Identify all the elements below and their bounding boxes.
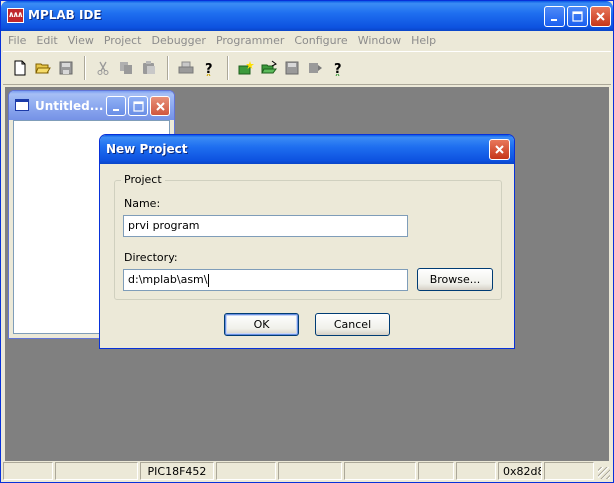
status-pane-empty [55,462,138,480]
directory-value: d:\mplab\asm\ [128,273,208,286]
status-address: 0x82d8 [498,462,542,480]
dialog-title: New Project [106,142,188,156]
cut-icon [97,61,109,75]
status-pane-empty [278,462,342,480]
project-help-icon: ? [334,62,342,76]
child-titlebar[interactable]: Untitled... [9,91,174,120]
status-pane-empty [418,462,454,480]
child-minimize-button[interactable] [106,96,126,116]
close-button[interactable] [590,6,611,27]
directory-label: Directory: [124,251,178,264]
menu-bar: File Edit View Project Debugger Programm… [3,31,611,49]
directory-input[interactable]: d:\mplab\asm\ [123,269,408,291]
open-project-icon [261,60,277,74]
status-pane-empty [456,462,496,480]
menu-project[interactable]: Project [104,34,142,47]
new-project-dialog: New Project Project Name: prvi program D… [99,134,515,349]
project-groupbox: Project Name: prvi program Directory: d:… [114,173,502,300]
save-icon [59,61,73,75]
ok-button[interactable]: OK [224,313,299,336]
new-file-icon [14,60,26,76]
groupbox-label: Project [121,173,165,186]
help-icon: ? [205,62,213,76]
status-device: PIC18F452 [140,462,214,480]
mplab-logo-icon [7,8,24,23]
text-cursor [208,273,210,287]
paste-icon [143,61,155,74]
toolbar-separator [227,56,229,80]
svg-text:?: ? [205,62,213,76]
print-icon [178,61,194,74]
status-pane-empty [216,462,276,480]
menu-help[interactable]: Help [411,34,436,47]
project-help-button[interactable]: ? [327,57,349,79]
save-project-icon [285,61,299,75]
minimize-icon [112,108,119,111]
paste-button[interactable] [138,57,160,79]
menu-view[interactable]: View [68,34,94,47]
name-label: Name: [124,197,161,210]
new-project-icon [238,61,254,75]
app-title: MPLAB IDE [28,8,102,22]
help-button[interactable]: ? [198,57,220,79]
project-wizard-icon [309,63,322,73]
window-icon [15,99,29,111]
dialog-close-button[interactable] [489,139,510,160]
status-pane-empty [3,462,53,480]
save-button[interactable] [55,57,77,79]
save-project-button[interactable] [281,57,303,79]
status-pane-empty [344,462,416,480]
project-name-value: prvi program [128,219,200,232]
maximize-icon [572,11,583,22]
dialog-titlebar[interactable]: New Project [100,135,514,164]
new-project-button[interactable] [235,57,257,79]
open-folder-icon [35,63,51,74]
menu-edit[interactable]: Edit [36,34,57,47]
menu-programmer[interactable]: Programmer [216,34,284,47]
toolbar-separator [84,56,86,80]
dialog-body: Project Name: prvi program Directory: d:… [103,164,511,345]
open-project-button[interactable] [258,57,280,79]
menu-configure[interactable]: Configure [294,34,347,47]
project-name-input[interactable]: prvi program [123,215,408,237]
close-icon [495,145,504,154]
svg-text:?: ? [334,62,342,76]
maximize-icon [132,100,144,112]
toolbar-separator [167,56,169,80]
status-pane-empty [544,462,594,480]
maximize-button[interactable] [567,6,588,27]
child-maximize-button[interactable] [128,96,148,116]
menu-window[interactable]: Window [358,34,401,47]
child-close-button[interactable] [150,96,170,116]
status-bar: PIC18F452 0x82d8 [3,460,611,480]
menu-file[interactable]: File [8,34,26,47]
main-titlebar[interactable]: MPLAB IDE [1,1,613,31]
open-file-button[interactable] [32,57,54,79]
menu-debugger[interactable]: Debugger [151,34,205,47]
resize-grip[interactable] [598,467,610,479]
cancel-button[interactable]: Cancel [315,313,390,336]
close-icon [596,12,605,21]
browse-button[interactable]: Browse... [417,268,493,291]
copy-icon [120,62,132,74]
close-icon [155,101,165,111]
minimize-button[interactable] [544,6,565,27]
new-file-button[interactable] [9,57,31,79]
toolbar: ? ? [3,51,611,85]
print-button[interactable] [175,57,197,79]
cut-button[interactable] [92,57,114,79]
copy-button[interactable] [115,57,137,79]
minimize-icon [551,19,557,21]
project-wizard-button[interactable] [304,57,326,79]
child-window-title: Untitled... [35,99,104,113]
